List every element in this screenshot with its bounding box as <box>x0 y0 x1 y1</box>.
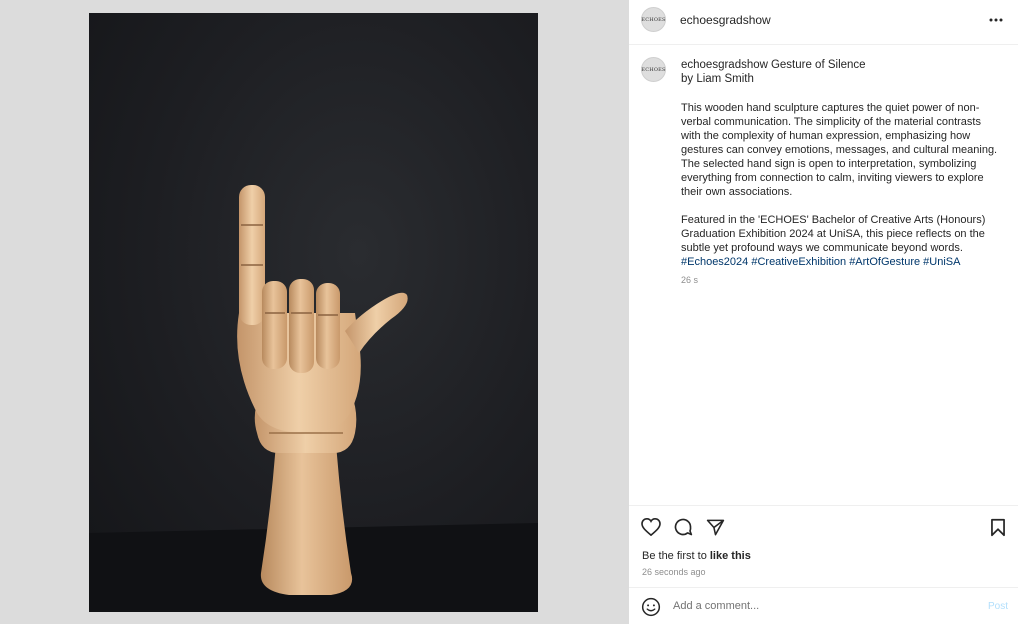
hashtag-link[interactable]: #CreativeExhibition <box>751 256 846 268</box>
hashtag-link[interactable]: #ArtOfGesture <box>849 256 920 268</box>
post-comment-button[interactable]: Post <box>988 601 1008 612</box>
comment-icon <box>674 518 693 536</box>
save-button[interactable] <box>987 516 1009 538</box>
smiley-icon <box>641 597 661 617</box>
share-button[interactable] <box>704 516 726 538</box>
like-this-link[interactable]: like this <box>710 550 751 562</box>
post-photo-wooden-hand[interactable] <box>89 13 538 612</box>
comment-input[interactable] <box>673 596 963 616</box>
caption-avatar[interactable]: ECHOES <box>641 57 666 82</box>
like-button[interactable] <box>640 516 662 538</box>
caption-paragraph-1: This wooden hand sculpture captures the … <box>681 102 998 198</box>
profile-avatar[interactable]: ECHOES <box>641 7 666 32</box>
avatar-text: ECHOES <box>641 16 666 23</box>
emoji-button[interactable] <box>641 597 661 622</box>
hashtag-link[interactable]: #Echoes2024 <box>681 256 748 268</box>
caption-heading: echoesgradshow Gesture of Silence by Liam… <box>681 58 1001 86</box>
hashtag-link[interactable]: #UniSA <box>923 256 960 268</box>
header-username[interactable]: echoesgradshow <box>680 13 771 27</box>
caption-timestamp[interactable]: 26 s <box>681 275 698 285</box>
wooden-hand-illustration <box>89 185 538 612</box>
likes-summary: Be the first to like this <box>642 550 751 562</box>
more-options-button[interactable] <box>986 10 1006 30</box>
caption-paragraph-2-text: Featured in the 'ECHOES' Bachelor of Cre… <box>681 214 986 254</box>
avatar-text: ECHOES <box>641 66 666 73</box>
post-header: ECHOES echoesgradshow <box>629 0 1018 45</box>
more-horizontal-icon <box>989 18 1003 22</box>
caption-username[interactable]: echoesgradshow <box>681 59 768 71</box>
caption-paragraph-2: Featured in the 'ECHOES' Bachelor of Cre… <box>681 213 1003 269</box>
caption-body: This wooden hand sculpture captures the … <box>681 101 1003 269</box>
post-side-panel: ECHOES echoesgradshow ECHOES echoesgrads… <box>629 0 1018 624</box>
hashtag-list: #Echoes2024 #CreativeExhibition #ArtOfGe… <box>681 256 960 268</box>
post-actions: Be the first to like this 26 seconds ago <box>629 505 1018 587</box>
send-icon <box>706 519 724 535</box>
artist-credit: by Liam Smith <box>681 73 754 85</box>
likes-prefix: Be the first to <box>642 550 707 562</box>
post-time-ago[interactable]: 26 seconds ago <box>642 567 706 577</box>
media-pane <box>0 0 629 624</box>
comment-bar: Post <box>629 587 1018 624</box>
bookmark-icon <box>991 518 1005 536</box>
artwork-title: Gesture of Silence <box>770 59 866 71</box>
comment-button[interactable] <box>672 516 694 538</box>
heart-icon <box>641 518 661 536</box>
